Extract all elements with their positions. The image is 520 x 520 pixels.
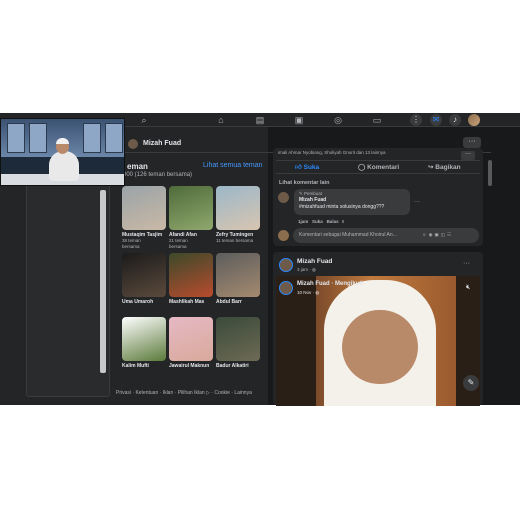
post-time[interactable]: 3 jam · ◍ (297, 267, 316, 273)
friend-photo[interactable] (216, 186, 260, 230)
commenter-name[interactable]: Mizah Fuad (299, 197, 326, 203)
gaming-icon[interactable]: ▭ (372, 115, 382, 125)
marketplace-icon[interactable]: ▣ (294, 115, 304, 125)
groups-icon[interactable]: ◎ (333, 115, 343, 125)
comment-button[interactable]: ◯ Komentari (358, 163, 399, 171)
comment-icon: ◯ (358, 164, 368, 171)
friends-count: 000 (126 teman bersama) (123, 172, 193, 178)
search-icon[interactable]: ⌕ (139, 115, 149, 125)
friend-photo[interactable] (169, 186, 213, 230)
action-divider (276, 160, 480, 161)
see-other-comments-link[interactable]: Lihat komentar lain (279, 180, 329, 186)
current-user-avatar (278, 230, 289, 241)
text-cursor-icon: Ι (339, 219, 344, 224)
friend-photo[interactable] (122, 317, 166, 361)
share-button[interactable]: ↪ Bagikan (428, 163, 461, 171)
post-author-avatar[interactable] (279, 258, 293, 272)
mute-icon[interactable]: 🔇︎ (466, 284, 470, 292)
video-subject-face (342, 310, 418, 384)
friend-photo[interactable] (216, 317, 260, 361)
comment-input-placeholder: Komentari sebagai Muhammad Khoirul An... (299, 232, 397, 238)
home-icon[interactable]: ⌂ (216, 115, 226, 125)
shared-video[interactable]: Mizah Fuad · Mengikuti 10 Nov · ◍ 🔇︎ (276, 276, 480, 406)
reactions-summary[interactable]: imali Ahmar Nyobiang, Sholiyah Gnorit da… (278, 150, 454, 155)
like-icon: 👍︎ (295, 164, 304, 171)
friend-mutual-count: 11 teman bersama (216, 238, 254, 243)
globe-icon-2: ◍ (315, 290, 320, 295)
friend-photo[interactable] (169, 253, 213, 297)
overlay-side-panel (26, 177, 110, 397)
webcam-overlay (0, 118, 125, 186)
friend-photo[interactable] (122, 253, 166, 297)
feed-scrollbar[interactable] (488, 160, 492, 186)
comment-meta: 1jam Suka Balas Ι (298, 219, 344, 224)
notifications-icon[interactable]: ♪ (449, 114, 461, 126)
profile-header-name: Mizah Fuad (143, 140, 182, 147)
friend-photo[interactable] (216, 253, 260, 297)
commenter-avatar[interactable] (278, 192, 289, 203)
action-divider-bottom (276, 173, 480, 174)
profile-more-button[interactable]: ··· (463, 137, 481, 148)
friend-name[interactable]: Mashlikah Mas (169, 299, 204, 305)
comment-options-icon[interactable]: ··· (414, 199, 420, 205)
like-button[interactable]: 👍︎ Suka (295, 163, 319, 171)
shared-author-avatar[interactable] (279, 281, 293, 295)
friend-name[interactable]: Uma Umaroh (122, 299, 153, 305)
post-card-2: Mizah Fuad 3 jam · ◍ ··· Mizah Fuad · Me… (273, 252, 483, 406)
friends-icon[interactable]: ▤ (255, 115, 265, 125)
friend-mutual-count: 21 teman bersama (169, 238, 188, 249)
friends-section-title: eman (127, 162, 148, 171)
footer-links[interactable]: Privasi · Ketentuan · Iklan · Pilihan Ik… (116, 390, 252, 396)
shared-author-name[interactable]: Mizah Fuad · Mengikuti (297, 281, 363, 287)
comment-input[interactable]: Komentari sebagai Muhammad Khoirul An...… (293, 228, 479, 243)
profile-avatar-small (128, 139, 138, 149)
new-message-icon[interactable]: ✎ (463, 375, 479, 391)
comment-time: 1jam (298, 219, 309, 224)
menu-grid-icon[interactable]: ⋮ (410, 114, 422, 126)
friend-name[interactable]: Abdul Barr (216, 299, 242, 305)
post-author-name[interactable]: Mizah Fuad (297, 258, 332, 265)
overlay-scrollbar[interactable] (100, 190, 106, 373)
friend-name[interactable]: Badur Alkatiri (216, 363, 249, 369)
friend-name[interactable]: Kalim Mufti (122, 363, 149, 369)
friend-photo[interactable] (169, 317, 213, 361)
shared-time[interactable]: 10 Nov · ◍ (297, 290, 319, 296)
comment-reply-link[interactable]: Balas (327, 219, 339, 224)
friend-mutual-count: 38 teman bersama (122, 238, 141, 249)
friend-photo[interactable] (122, 186, 166, 230)
comment-tools-icons[interactable]: ☺◉▣◫☷ (422, 232, 453, 238)
friend-name[interactable]: Jawairul Maknun (169, 363, 209, 369)
comment-like-link[interactable]: Suka (312, 219, 323, 224)
comment-bubble: ✎ Pembuat Mizah Fuad #mizahfuad minta so… (294, 189, 410, 215)
messenger-icon[interactable]: ✉ (430, 114, 442, 126)
comment-text: #mizahfuad minta solusinya dongg??? (299, 204, 385, 210)
post2-options-button[interactable]: ··· (463, 260, 470, 267)
see-all-friends-link[interactable]: Lihat semua teman (203, 162, 263, 169)
globe-icon: ◍ (312, 267, 316, 272)
post-card-1: imali Ahmar Nyobiang, Sholiyah Gnorit da… (273, 148, 483, 246)
account-avatar[interactable] (468, 114, 480, 126)
post-options-button[interactable]: ··· (461, 151, 475, 160)
